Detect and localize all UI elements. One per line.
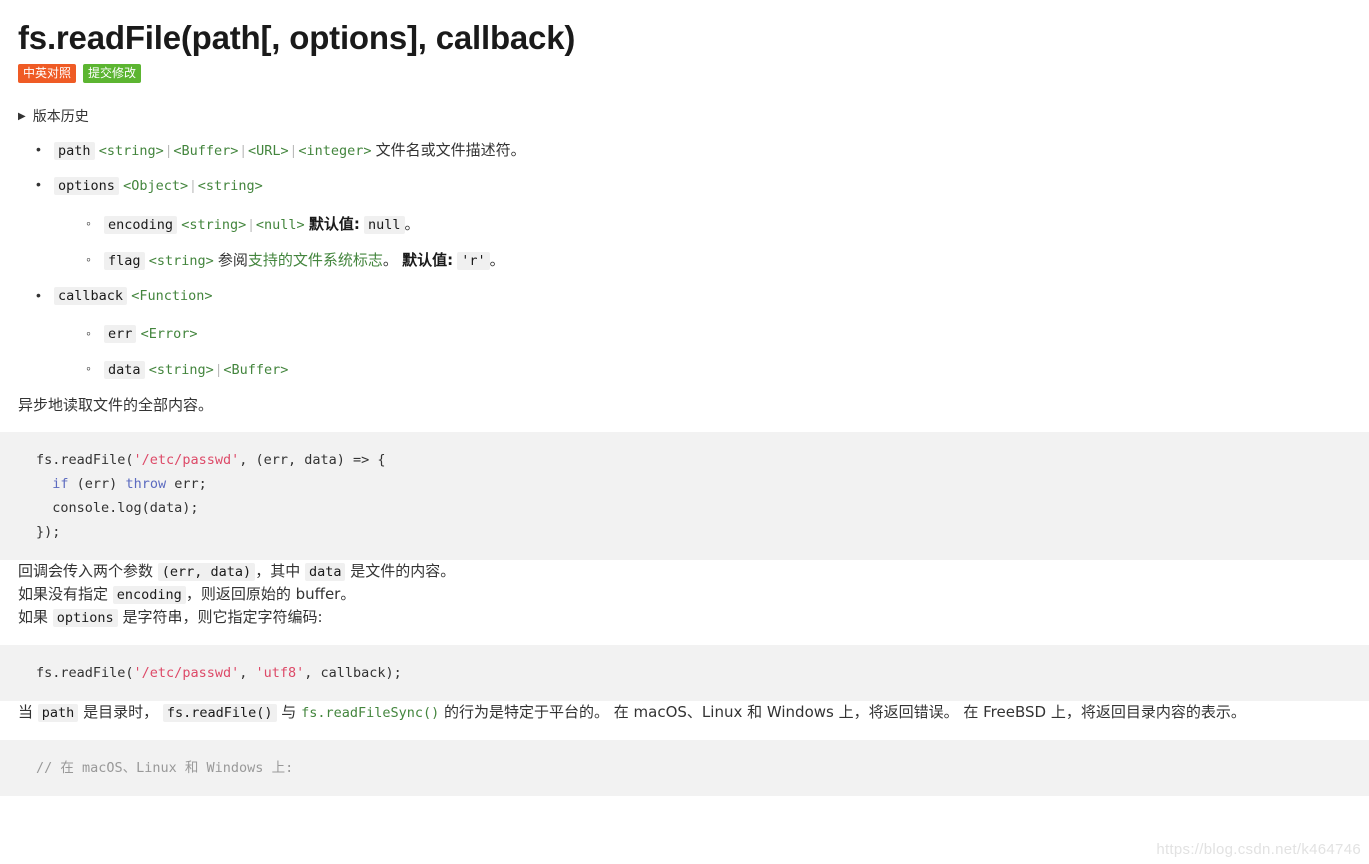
- code-block-readfile-callback: fs.readFile('/etc/passwd', (err, data) =…: [0, 432, 1369, 560]
- text-s2: 是目录时，: [78, 703, 163, 721]
- type-link-string[interactable]: <string>: [99, 143, 164, 159]
- inline-code-options: options: [52, 609, 118, 627]
- type-link-function[interactable]: <Function>: [131, 288, 212, 304]
- trailing-punct: 。: [404, 215, 420, 233]
- type-separator: |: [249, 216, 253, 232]
- default-label-flag: 默认值:: [402, 251, 454, 269]
- param-name-err: err: [104, 325, 137, 343]
- inline-code-err-data: (err, data): [157, 563, 256, 581]
- param-name-callback: callback: [54, 287, 128, 305]
- paragraph-options-string: 如果 options 是字符串，则它指定字符编码:: [0, 606, 1369, 629]
- paragraph-directory-behavior: 当 path 是目录时， fs.readFile() 与 fs.readFile…: [0, 701, 1369, 724]
- type-link-integer[interactable]: <integer>: [298, 143, 371, 159]
- version-history-disclosure[interactable]: ▶ 版本历史: [0, 83, 1369, 127]
- param-err: err <Error>: [86, 322, 1369, 345]
- documentation-page: fs.readFile(path[, options], callback) 中…: [0, 0, 1369, 864]
- text-middle: ，其中: [255, 562, 305, 580]
- param-name-flag: flag: [104, 252, 145, 270]
- text-before: 如果: [18, 608, 53, 626]
- default-value-flag: 'r': [457, 252, 490, 270]
- type-link-string[interactable]: <string>: [181, 217, 246, 233]
- type-link-object[interactable]: <Object>: [123, 178, 188, 194]
- inline-code-data: data: [304, 563, 346, 581]
- param-options: options <Object>|<string> encoding <stri…: [36, 173, 1369, 272]
- type-separator: |: [241, 142, 246, 158]
- version-history-label: 版本历史: [32, 109, 89, 125]
- type-link-url[interactable]: <URL>: [248, 143, 289, 159]
- page-title: fs.readFile(path[, options], callback): [18, 19, 576, 56]
- paragraph-callback-args: 回调会传入两个参数 (err, data) ，其中 data 是文件的内容。: [0, 560, 1369, 583]
- badge-submit-edit[interactable]: 提交修改: [83, 64, 142, 83]
- inline-code-encoding: encoding: [112, 586, 186, 604]
- see-label-flag: 参阅: [217, 251, 248, 269]
- parameter-list: path <string>|<Buffer>|<URL>|<integer> 文…: [0, 138, 1369, 381]
- default-value-encoding: null: [364, 216, 405, 234]
- type-link-buffer[interactable]: <Buffer>: [223, 362, 288, 378]
- type-separator: |: [166, 142, 171, 158]
- text-s1: 当: [18, 703, 38, 721]
- text-after: ，则返回原始的 buffer。: [185, 585, 356, 603]
- default-label-encoding: 默认值:: [308, 215, 360, 233]
- options-sub-list: encoding <string>|<null> 默认值: null。 flag…: [54, 212, 1369, 272]
- type-link-string[interactable]: <string>: [198, 178, 263, 194]
- intro-paragraph: 异步地读取文件的全部内容。: [18, 396, 214, 414]
- type-link-string[interactable]: <string>: [149, 362, 214, 378]
- param-callback: callback <Function> err <Error> data <st…: [36, 284, 1369, 381]
- text-before: 如果没有指定: [18, 585, 113, 603]
- badge-bilingual-compare[interactable]: 中英对照: [18, 64, 77, 83]
- text-after: 是字符串，则它指定字符编码:: [117, 608, 323, 626]
- param-data: data <string>|<Buffer>: [86, 357, 1369, 381]
- text-s4: 的行为是特定于平台的。 在 macOS、Linux 和 Windows 上，将返…: [439, 703, 1246, 721]
- type-link-buffer[interactable]: <Buffer>: [173, 143, 238, 159]
- code-block-platform-comment: // 在 macOS、Linux 和 Windows 上:: [0, 740, 1369, 796]
- type-link-error[interactable]: <Error>: [141, 326, 198, 342]
- text-after: 是文件的内容。: [345, 562, 456, 580]
- badge-row: 中英对照 提交修改: [0, 58, 1369, 83]
- text-before: 回调会传入两个参数: [18, 562, 158, 580]
- type-link-null[interactable]: <null>: [256, 217, 305, 233]
- param-encoding: encoding <string>|<null> 默认值: null。: [86, 212, 1369, 236]
- link-suffix-punct: 。: [382, 251, 398, 269]
- param-flag: flag <string> 参阅支持的文件系统标志。 默认值: 'r'。: [86, 248, 1369, 272]
- type-separator: |: [216, 361, 221, 377]
- inline-code-path: path: [37, 704, 79, 722]
- chevron-right-icon: ▶: [18, 111, 26, 122]
- param-description-path: 文件名或文件描述符。: [375, 141, 526, 159]
- param-name-path: path: [54, 142, 95, 160]
- text-s3: 与: [276, 703, 302, 721]
- param-path: path <string>|<Buffer>|<URL>|<integer> 文…: [36, 138, 1369, 162]
- inline-code-readfile: fs.readFile(): [162, 704, 277, 722]
- link-file-system-flags[interactable]: 支持的文件系统标志: [248, 251, 383, 269]
- param-name-options: options: [54, 177, 119, 195]
- code-block-readfile-utf8: fs.readFile('/etc/passwd', 'utf8', callb…: [0, 645, 1369, 701]
- type-separator: |: [291, 142, 296, 158]
- param-name-data: data: [104, 361, 145, 379]
- link-readfilesync[interactable]: fs.readFileSync(): [301, 705, 439, 721]
- paragraph-encoding: 如果没有指定 encoding ，则返回原始的 buffer。: [0, 583, 1369, 606]
- watermark: https://blog.csdn.net/k464746: [1156, 841, 1361, 858]
- param-name-encoding: encoding: [104, 216, 178, 234]
- trailing-punct: 。: [489, 251, 505, 269]
- type-link-string[interactable]: <string>: [149, 253, 214, 269]
- type-separator: |: [191, 177, 195, 193]
- callback-sub-list: err <Error> data <string>|<Buffer>: [54, 322, 1369, 381]
